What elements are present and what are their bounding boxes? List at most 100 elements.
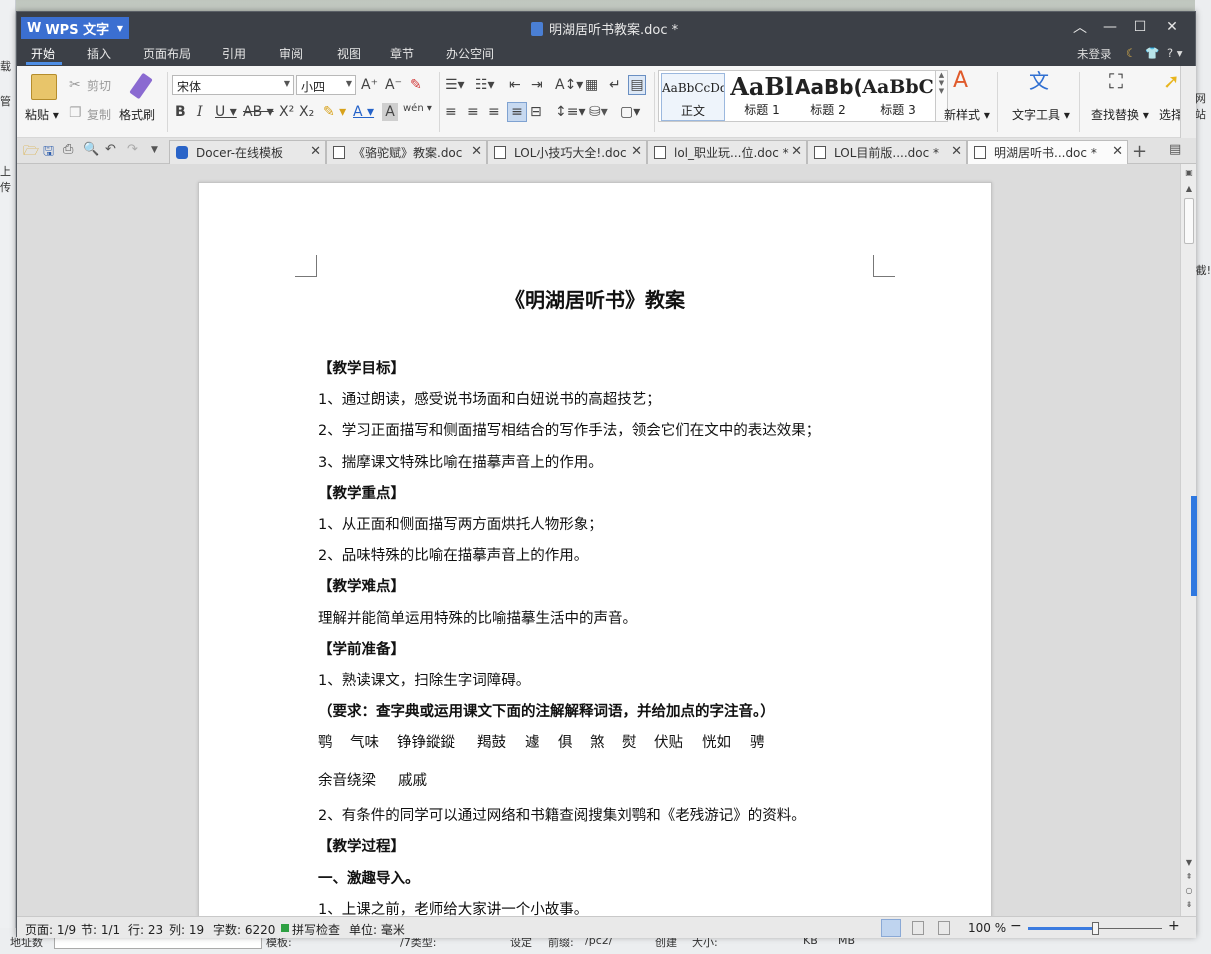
tab-document[interactable]: lol_职业玩...位.doc * ✕ xyxy=(647,140,807,164)
paragraph-shading-icon[interactable]: ⛁▾ xyxy=(589,103,608,121)
tab-document[interactable]: LOL小技巧大全!.doc ✕ xyxy=(487,140,647,164)
help-icon[interactable]: ? ▾ xyxy=(1167,46,1183,60)
close-tab-icon[interactable]: ✕ xyxy=(1112,144,1123,159)
find-replace-button[interactable]: 查找替换 ▾ xyxy=(1091,106,1149,123)
menu-office-space[interactable]: 办公空间 xyxy=(446,45,494,62)
bold-icon[interactable]: B xyxy=(175,103,186,121)
decrease-indent-icon[interactable]: ⇤ xyxy=(509,76,521,94)
web-view-icon[interactable] xyxy=(938,921,950,935)
tab-list-icon[interactable]: ▤ xyxy=(1169,142,1181,157)
new-tab-icon[interactable]: + xyxy=(1132,141,1147,162)
close-tab-icon[interactable]: ✕ xyxy=(951,144,962,159)
close-tab-icon[interactable]: ✕ xyxy=(471,144,482,159)
undo-icon[interactable]: ↶ xyxy=(105,142,116,157)
ribbon-scroll[interactable] xyxy=(1180,66,1196,138)
paste-button[interactable]: 粘贴 ▾ xyxy=(25,106,59,123)
select-icon[interactable]: ➚ xyxy=(1163,71,1180,91)
show-hide-icon[interactable]: ▤ xyxy=(628,75,646,95)
borders-icon[interactable]: ▢▾ xyxy=(620,103,640,121)
prev-page-icon[interactable]: ⇞ xyxy=(1181,872,1197,881)
tab-document[interactable]: LOL目前版....doc * ✕ xyxy=(807,140,967,164)
status-page[interactable]: 页面: 1/9 xyxy=(25,921,76,938)
style-heading-2[interactable]: AaBb( 标题 2 xyxy=(795,73,861,121)
menu-review[interactable]: 审阅 xyxy=(279,45,303,62)
select-browse-icon[interactable]: ○ xyxy=(1181,886,1197,895)
paragraph-mark-icon[interactable]: ↵ xyxy=(609,76,621,94)
login-status[interactable]: 未登录 xyxy=(1077,46,1112,62)
align-center-icon[interactable]: ≡ xyxy=(467,103,479,121)
open-folder-icon[interactable]: 🗁 xyxy=(23,142,39,164)
strikethrough-icon[interactable]: AB ▾ xyxy=(243,103,274,121)
char-shading-icon[interactable]: A xyxy=(382,103,398,121)
distributed-icon[interactable]: ⊟ xyxy=(530,103,542,121)
highlight-icon[interactable]: ✎ ▾ xyxy=(323,103,346,121)
justify-icon[interactable]: ≡ xyxy=(507,102,527,122)
tab-document-active[interactable]: 明湖居听书...doc * ✕ xyxy=(967,140,1128,164)
align-left-icon[interactable]: ≡ xyxy=(445,103,457,121)
text-tools-button[interactable]: 文字工具 ▾ xyxy=(1012,106,1070,123)
outline-view-icon[interactable] xyxy=(912,921,924,935)
side-panel-handle[interactable] xyxy=(1191,496,1197,596)
format-painter-icon[interactable] xyxy=(129,72,153,100)
customize-qat-icon[interactable]: ▼ xyxy=(151,145,158,155)
text-tools-icon[interactable]: 文 xyxy=(1029,71,1049,91)
print-icon[interactable]: ⎙ xyxy=(63,142,73,157)
table-icon[interactable]: ▦ xyxy=(585,76,598,94)
paste-icon[interactable] xyxy=(31,74,57,100)
menu-home[interactable]: 开始 xyxy=(31,45,55,62)
binoculars-icon[interactable]: ⛶ xyxy=(1109,71,1123,91)
save-icon[interactable]: 🖫 xyxy=(43,142,54,164)
status-word-count[interactable]: 字数: 6220 xyxy=(213,921,275,938)
page-view-icon[interactable] xyxy=(881,919,901,937)
collapse-ribbon-button[interactable]: ︿ xyxy=(1065,12,1095,42)
numbered-list-icon[interactable]: ☷▾ xyxy=(475,76,495,94)
new-style-button[interactable]: 新样式 ▾ xyxy=(944,106,990,123)
grow-font-icon[interactable]: A⁺ xyxy=(361,76,378,94)
document-page[interactable]: 《明湖居听书》教案 【教学目标】 1、通过朗读，感受说书场面和白妞说书的高超技艺… xyxy=(198,182,992,916)
menu-insert[interactable]: 插入 xyxy=(87,45,111,62)
status-spell-check[interactable]: 拼写检查 xyxy=(292,921,340,938)
align-right-icon[interactable]: ≡ xyxy=(488,103,500,121)
text-direction-icon[interactable]: A↕▾ xyxy=(555,76,583,94)
style-normal[interactable]: AaBbCcDd 正文 xyxy=(661,73,725,121)
tab-document[interactable]: 《骆驼赋》教案.doc ✕ xyxy=(326,140,487,164)
style-heading-3[interactable]: AaBbC 标题 3 xyxy=(861,73,935,121)
scroll-mode-icon[interactable]: ▣ xyxy=(1181,168,1197,177)
scroll-thumb[interactable] xyxy=(1184,198,1194,244)
bullet-list-icon[interactable]: ☰▾ xyxy=(445,76,465,94)
print-preview-icon[interactable]: 🔍 xyxy=(83,142,99,157)
scroll-up-icon[interactable]: ▲ xyxy=(1181,184,1197,193)
menu-references[interactable]: 引用 xyxy=(222,45,246,62)
zoom-in-icon[interactable]: + xyxy=(1168,918,1180,934)
new-style-icon[interactable]: A xyxy=(953,70,968,92)
close-tab-icon[interactable]: ✕ xyxy=(791,144,802,159)
minimize-button[interactable]: — xyxy=(1095,12,1125,42)
maximize-button[interactable]: ☐ xyxy=(1125,12,1155,42)
select-button[interactable]: 选择 xyxy=(1159,106,1180,123)
status-unit[interactable]: 单位: 毫米 xyxy=(349,921,405,938)
close-tab-icon[interactable]: ✕ xyxy=(310,144,321,159)
clear-format-icon[interactable]: ✎ xyxy=(410,76,422,94)
style-heading-1[interactable]: AaBl 标题 1 xyxy=(729,73,795,121)
font-name-select[interactable]: 宋体 ▼ xyxy=(172,75,294,95)
menu-view[interactable]: 视图 xyxy=(337,45,361,62)
menu-page-layout[interactable]: 页面布局 xyxy=(143,45,191,62)
shirt-icon[interactable]: 👕 xyxy=(1145,46,1159,60)
font-color-icon[interactable]: A ▾ xyxy=(353,103,374,121)
zoom-out-icon[interactable]: − xyxy=(1010,918,1022,934)
increase-indent-icon[interactable]: ⇥ xyxy=(531,76,543,94)
line-spacing-icon[interactable]: ↕≡▾ xyxy=(555,103,586,121)
italic-icon[interactable]: I xyxy=(197,103,203,121)
redo-icon[interactable]: ↷ xyxy=(127,142,138,157)
next-page-icon[interactable]: ⇟ xyxy=(1181,900,1197,909)
copy-button[interactable]: 复制 xyxy=(87,106,111,123)
menu-chapter[interactable]: 章节 xyxy=(390,45,414,62)
zoom-slider-thumb[interactable] xyxy=(1092,922,1099,935)
tab-docer[interactable]: Docer-在线模板 ✕ xyxy=(169,140,326,164)
scroll-down-icon[interactable]: ▼ xyxy=(1181,858,1197,867)
superscript-icon[interactable]: X² xyxy=(279,103,294,121)
app-menu-button[interactable]: W WPS 文字 ▼ xyxy=(21,17,129,39)
subscript-icon[interactable]: X₂ xyxy=(299,103,314,121)
phonetic-guide-icon[interactable]: wén ▾ xyxy=(403,100,432,118)
zoom-level[interactable]: 100 % xyxy=(968,921,1006,935)
